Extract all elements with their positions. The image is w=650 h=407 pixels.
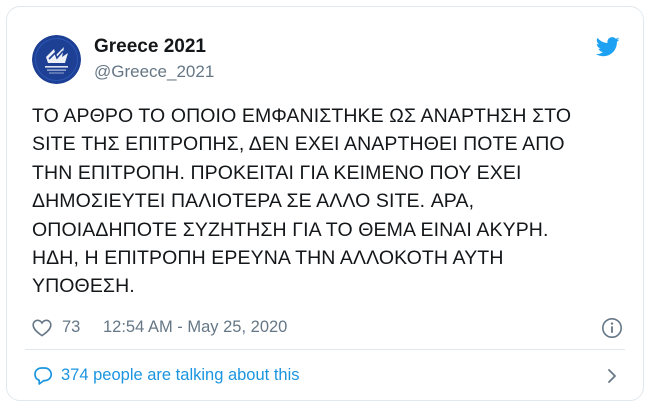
author-display-name[interactable]: Greece 2021 [94,36,206,58]
tweet-text-line: ΤΟ ΑΡΘΡΟ ΤΟ ΟΠΟΙΟ ΕΜΦΑΝΙΣΤΗΚΕ ΩΣ ΑΝΑΡΤΗΣ… [32,105,572,127]
tweet-header: Greece 2021 @Greece_2021 [32,35,622,85]
author-handle[interactable]: @Greece_2021 [94,62,214,82]
speech-bubble-icon [32,366,54,386]
tweet-timestamp[interactable]: 12:54 AM - May 25, 2020 [103,318,287,337]
conversation-label[interactable]: 374 people are talking about this [61,366,300,385]
heart-icon[interactable] [32,319,52,337]
tweet-card: Greece 2021 @Greece_2021 ΤΟ ΑΡΘΡΟ ΤΟ ΟΠΟ… [6,6,644,401]
tweet-text-line: ΟΠΟΙΑΔΗΠΟΤΕ ΣΥΖΗΤΗΣΗ ΓΙΑ ΤΟ ΘΕΜΑ ΕΙΝΑΙ Α… [32,218,549,241]
info-icon[interactable] [601,317,623,339]
tweet-text-line: ΔΗΜΟΣΙΕΥΤΕΙ ΠΑΛΙΟΤΕΡΑ ΣΕ ΑΛΛΟ SITE. ΑΡΑ, [32,190,475,213]
divider [25,349,625,350]
tweet-text-line: ΥΠΟΘΕΣΗ. [32,275,135,298]
tweet-meta: 73 12:54 AM - May 25, 2020 [32,315,627,341]
tweet-text-line: SITE ΤΗΣ ΕΠΙΤΡΟΠΗΣ, ΔΕΝ ΕΧΕΙ ΑΝΑΡΤΗΘΕΙ Π… [32,133,565,156]
tweet-text-line: ΤΗΝ ΕΠΙΤΡΟΠΗ. ΠΡΟΚΕΙΤΑΙ ΓΙΑ ΚΕΙΜΕΝΟ ΠΟΥ … [32,161,522,184]
avatar[interactable] [32,35,81,84]
conversation-link[interactable]: 374 people are talking about this [32,361,622,391]
tweet-text-line: ΗΔΗ, Η ΕΠΙΤΡΟΠΗ ΕΡΕΥΝΑ ΤΗΝ ΑΛΛΟΚΟΤΗ ΑΥΤΗ [32,247,504,270]
twitter-bird-icon[interactable] [595,37,620,57]
tweet-text: ΤΟ ΑΡΘΡΟ ΤΟ ΟΠΟΙΟ ΕΜΦΑΝΙΣΤΗΚΕ ΩΣ ΑΝΑΡΤΗΣ… [32,102,627,301]
chevron-right-icon[interactable] [606,366,618,386]
like-count[interactable]: 73 [62,318,80,337]
greece-2021-logo [32,35,81,84]
